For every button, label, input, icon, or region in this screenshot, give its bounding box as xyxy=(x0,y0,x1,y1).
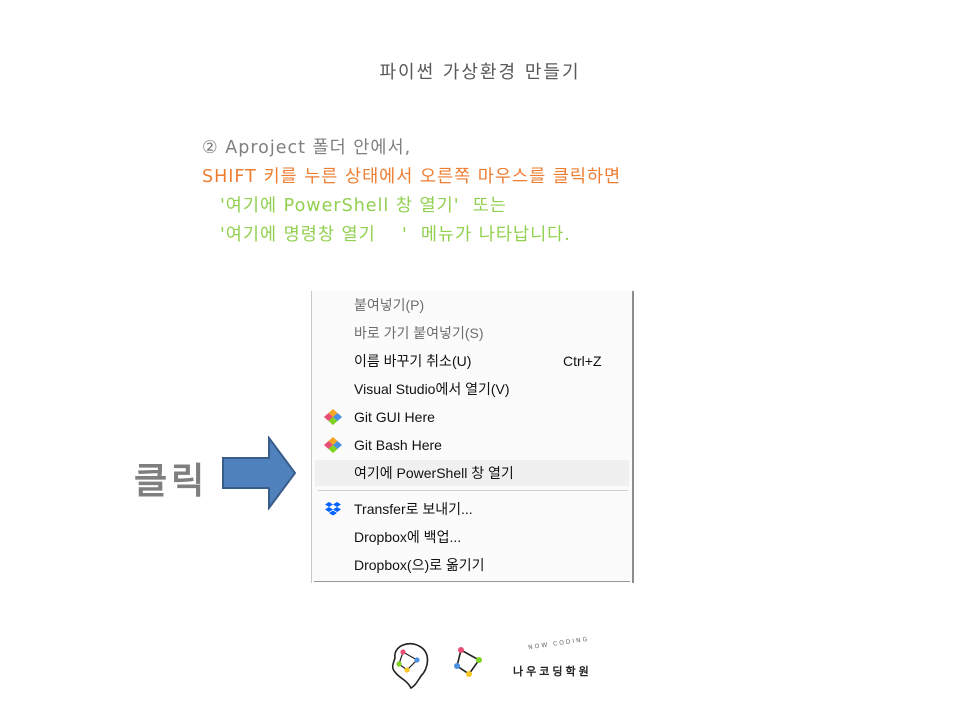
menu-item-label: Transfer로 보내기... xyxy=(354,501,473,517)
menu-item-undo-rename[interactable]: 이름 바꾸기 취소(U) Ctrl+Z xyxy=(312,347,632,375)
menu-item-label: 이름 바꾸기 취소(U) xyxy=(354,353,472,369)
logo-name: 나우코딩학원 xyxy=(513,665,592,678)
page-title: 파이썬 가상환경 만들기 xyxy=(379,62,581,83)
menu-item-open-visual-studio[interactable]: Visual Studio에서 열기(V) xyxy=(312,375,632,403)
git-icon xyxy=(324,409,342,425)
menu-item-paste-shortcut[interactable]: 바로 가기 붙여넣기(S) xyxy=(312,319,632,347)
menu-item-label: 붙여넣기(P) xyxy=(354,297,425,313)
instructions: ② Aproject 폴더 안에서, SHIFT 키를 누른 상태에서 오른쪽 … xyxy=(202,134,621,250)
menu-bottom-border xyxy=(314,581,630,582)
menu-item-label: 바로 가기 붙여넣기(S) xyxy=(354,325,484,341)
menu-item-git-bash[interactable]: Git Bash Here xyxy=(312,431,632,459)
menu-item-shortcut: Ctrl+Z xyxy=(563,353,602,369)
menu-separator xyxy=(318,490,628,491)
menu-item-git-gui[interactable]: Git GUI Here xyxy=(312,403,632,431)
instruction-cmd: '여기에 명령창 열기 ' 메뉴가 나타납니다. xyxy=(220,225,571,245)
menu-item-label: Git GUI Here xyxy=(354,409,435,425)
menu-item-label: Dropbox에 백업... xyxy=(354,529,462,545)
menu-item-label: Dropbox(으)로 옮기기 xyxy=(354,557,485,573)
git-icon xyxy=(324,437,342,453)
menu-item-transfer[interactable]: Transfer로 보내기... xyxy=(312,495,632,523)
menu-item-dropbox-backup[interactable]: Dropbox에 백업... xyxy=(312,523,632,551)
click-label: 클릭 xyxy=(134,461,209,502)
now-coding-logo xyxy=(391,642,482,690)
dropbox-icon xyxy=(325,502,341,516)
instruction-shift: SHIFT 키를 누른 상태에서 오른쪽 마우스를 클릭하면 xyxy=(202,167,622,187)
context-menu: 붙여넣기(P) 바로 가기 붙여넣기(S) 이름 바꾸기 취소(U) Ctrl+… xyxy=(311,291,634,583)
menu-item-open-powershell[interactable]: 여기에 PowerShell 창 열기 xyxy=(312,459,632,487)
instruction-step: ② Aproject 폴더 안에서, xyxy=(202,138,412,158)
menu-item-paste[interactable]: 붙여넣기(P) xyxy=(312,291,632,319)
menu-item-dropbox-move[interactable]: Dropbox(으)로 옮기기 xyxy=(312,551,632,579)
logo-tagline: NOW CODING xyxy=(527,635,590,652)
menu-item-label: 여기에 PowerShell 창 열기 xyxy=(354,465,514,481)
menu-item-label: Git Bash Here xyxy=(354,437,442,453)
instruction-powershell: '여기에 PowerShell 창 열기' 또는 xyxy=(220,196,507,216)
menu-item-label: Visual Studio에서 열기(V) xyxy=(354,381,510,397)
arrow-right-icon xyxy=(222,436,297,510)
